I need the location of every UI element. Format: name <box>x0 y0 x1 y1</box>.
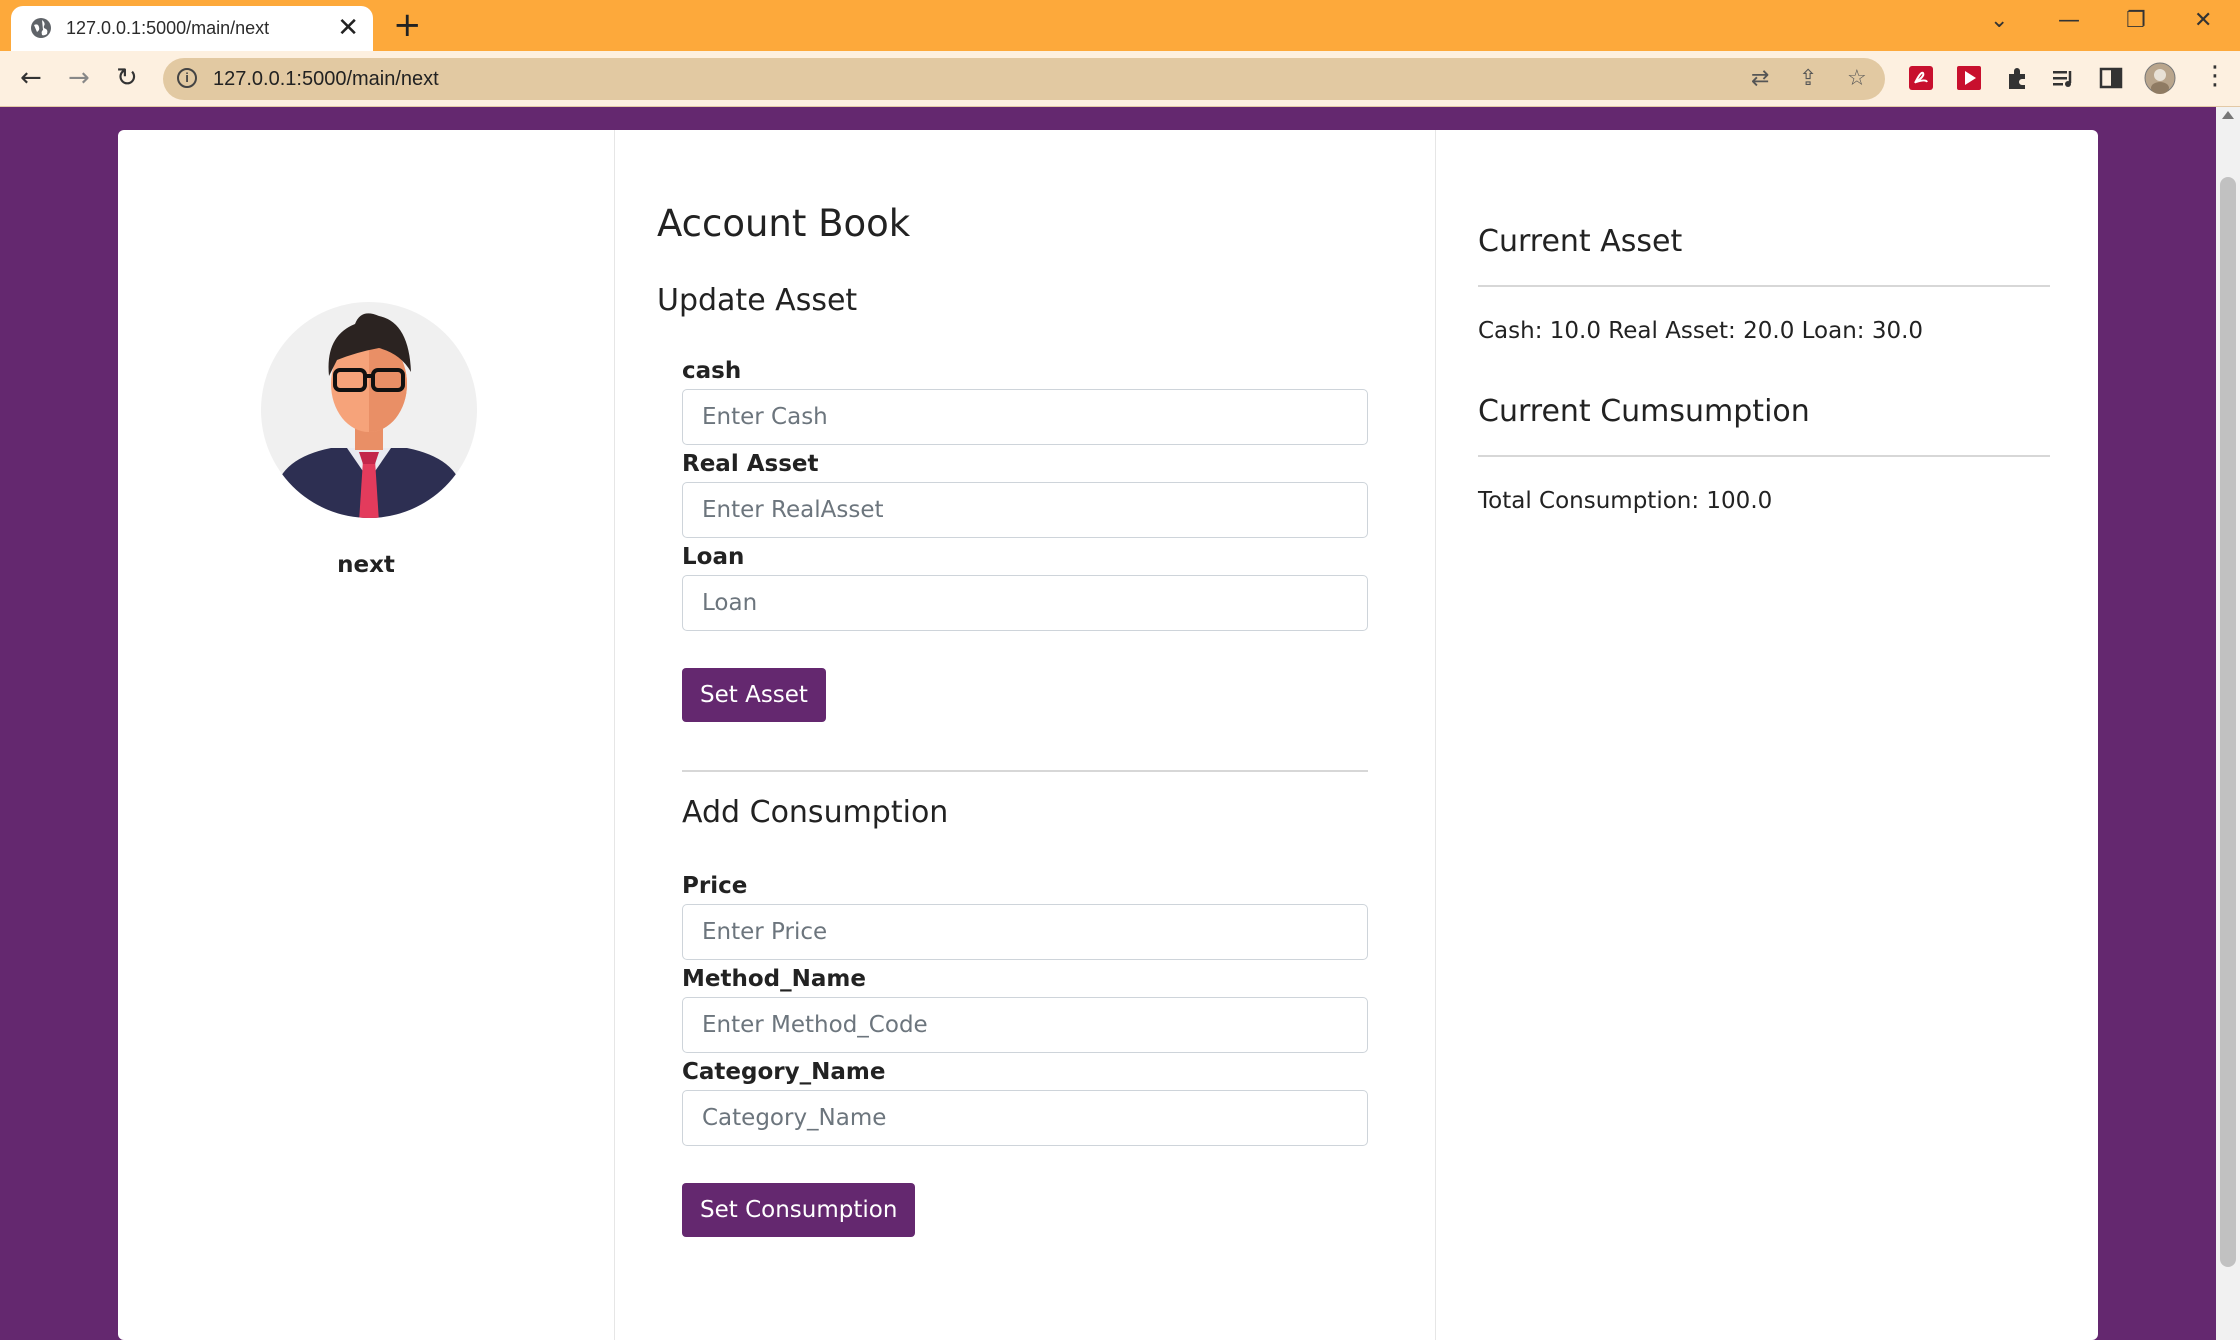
new-tab-icon[interactable]: + <box>393 8 422 42</box>
back-icon[interactable]: ← <box>20 61 42 95</box>
tab-close-icon[interactable]: ✕ <box>337 15 359 41</box>
translate-icon[interactable]: ⇄ <box>1751 66 1769 92</box>
reading-list-icon[interactable] <box>2050 65 2076 91</box>
price-label: Price <box>682 873 748 899</box>
summary-panel: Current Asset Cash: 10.0 Real Asset: 20.… <box>1436 130 2098 1340</box>
pdf-extension-icon[interactable] <box>1908 65 1934 91</box>
set-consumption-button[interactable]: Set Consumption <box>682 1183 916 1237</box>
cash-label: cash <box>682 358 742 384</box>
loan-input[interactable] <box>682 575 1368 631</box>
update-asset-heading: Update Asset <box>657 283 858 318</box>
reload-icon[interactable]: ↻ <box>116 61 138 95</box>
section-divider <box>682 770 1368 772</box>
profile-avatar[interactable] <box>2144 62 2176 94</box>
video-extension-icon[interactable] <box>1956 65 1982 91</box>
content-card: next Account Book Update Asset cash Real… <box>118 130 2098 1340</box>
address-url[interactable]: 127.0.0.1:5000/main/next <box>213 67 439 91</box>
browser-tabbar: 127.0.0.1:5000/main/next ✕ + ⌄ — ❐ ✕ <box>0 0 2240 51</box>
address-bar[interactable]: i 127.0.0.1:5000/main/next ⇄ ⇪ ☆ <box>163 58 1885 100</box>
consumption-divider <box>1478 455 2050 457</box>
minimize-icon[interactable]: — <box>2058 8 2080 34</box>
cash-input[interactable] <box>682 389 1368 445</box>
scrollbar-thumb[interactable] <box>2220 177 2236 1267</box>
side-panel-icon[interactable] <box>2098 65 2124 91</box>
browser-tab[interactable]: 127.0.0.1:5000/main/next ✕ <box>11 6 373 51</box>
real-asset-input[interactable] <box>682 482 1368 538</box>
form-panel: Account Book Update Asset cash Real Asse… <box>615 130 1436 1340</box>
current-consumption-heading: Current Cumsumption <box>1478 394 1810 429</box>
set-asset-button[interactable]: Set Asset <box>682 668 826 722</box>
category-name-input[interactable] <box>682 1090 1368 1146</box>
user-avatar <box>261 302 477 518</box>
real-asset-label: Real Asset <box>682 451 819 477</box>
globe-icon <box>31 18 51 38</box>
page-scrollbar[interactable] <box>2216 107 2240 1340</box>
tab-title: 127.0.0.1:5000/main/next <box>66 18 270 38</box>
loan-label: Loan <box>682 544 745 570</box>
bookmark-star-icon[interactable]: ☆ <box>1847 66 1867 92</box>
page-title: Account Book <box>657 202 911 245</box>
browser-toolbar: ← → ↻ i 127.0.0.1:5000/main/next ⇄ ⇪ ☆ ⋮ <box>0 51 2240 107</box>
category-name-label: Category_Name <box>682 1059 886 1085</box>
browser-menu-icon[interactable]: ⋮ <box>2202 59 2228 93</box>
method-name-input[interactable] <box>682 997 1368 1053</box>
forward-icon[interactable]: → <box>68 61 90 95</box>
total-consumption-value: Total Consumption: 100.0 <box>1478 488 1773 514</box>
extensions-puzzle-icon[interactable] <box>2004 65 2030 91</box>
scroll-up-icon[interactable] <box>2222 111 2234 119</box>
method-name-label: Method_Name <box>682 966 866 992</box>
username-label: next <box>337 552 395 578</box>
site-info-icon[interactable]: i <box>177 68 197 88</box>
restore-icon[interactable]: ❐ <box>2126 8 2146 34</box>
window-close-icon[interactable]: ✕ <box>2194 8 2212 34</box>
asset-divider <box>1478 285 2050 287</box>
profile-panel: next <box>118 130 615 1340</box>
add-consumption-heading: Add Consumption <box>682 795 949 830</box>
share-icon[interactable]: ⇪ <box>1799 66 1817 92</box>
tab-search-chevron-icon[interactable]: ⌄ <box>1990 8 2008 34</box>
current-asset-heading: Current Asset <box>1478 224 1683 259</box>
price-input[interactable] <box>682 904 1368 960</box>
current-asset-values: Cash: 10.0 Real Asset: 20.0 Loan: 30.0 <box>1478 318 1924 344</box>
